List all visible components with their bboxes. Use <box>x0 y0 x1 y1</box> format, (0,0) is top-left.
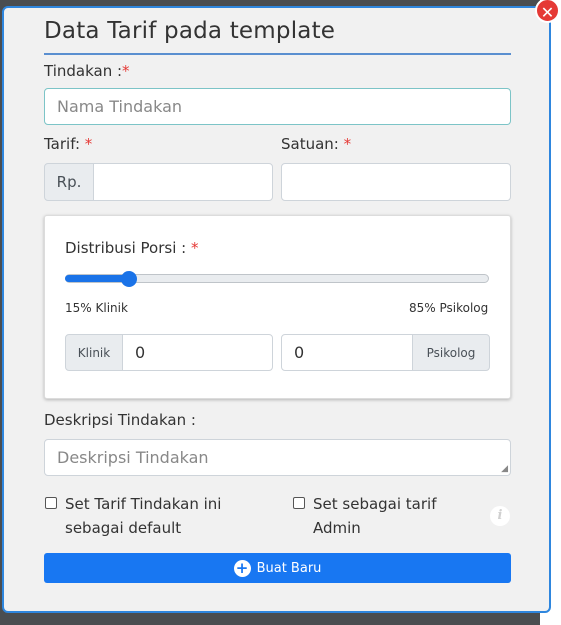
resize-handle-icon[interactable]: ◢ <box>501 464 508 474</box>
klinik-percent-caption: 15% Klinik <box>65 301 128 315</box>
default-checkbox[interactable] <box>45 497 57 509</box>
tarif-input[interactable] <box>93 163 273 201</box>
tarif-label: Tarif: * <box>44 135 93 153</box>
admin-checkbox-label: Set sebagai tarif Admin <box>313 495 437 537</box>
tindakan-input[interactable]: Nama Tindakan <box>44 88 511 125</box>
klinik-addon: Klinik <box>65 334 123 371</box>
psikolog-percent-caption: 85% Psikolog <box>409 301 489 315</box>
satuan-input[interactable] <box>281 163 511 201</box>
psikolog-input[interactable]: 0 <box>281 334 413 371</box>
tindakan-placeholder: Nama Tindakan <box>57 97 183 116</box>
rupiah-prefix: Rp. <box>44 163 94 201</box>
distribusi-slider-fill <box>65 275 129 282</box>
satuan-label: Satuan: * <box>281 135 352 153</box>
plus-circle-icon: + <box>233 559 251 577</box>
info-icon[interactable]: i <box>490 506 510 526</box>
admin-checkbox[interactable] <box>293 497 305 509</box>
buat-baru-button[interactable]: + Buat Baru <box>44 553 511 583</box>
distribusi-slider-thumb[interactable] <box>120 271 137 287</box>
tindakan-label: Tindakan :* <box>44 62 130 80</box>
klinik-input[interactable]: 0 <box>122 334 273 371</box>
psikolog-addon: Psikolog <box>412 334 490 371</box>
deskripsi-textarea[interactable]: Deskripsi Tindakan ◢ <box>44 439 511 476</box>
modal-title: Data Tarif pada template <box>44 18 336 44</box>
distribusi-label: Distribusi Porsi : * <box>65 239 199 257</box>
deskripsi-label: Deskripsi Tindakan : <box>44 411 196 429</box>
title-divider <box>44 53 511 55</box>
default-checkbox-label: Set Tarif Tindakan ini sebagai default <box>65 495 222 537</box>
